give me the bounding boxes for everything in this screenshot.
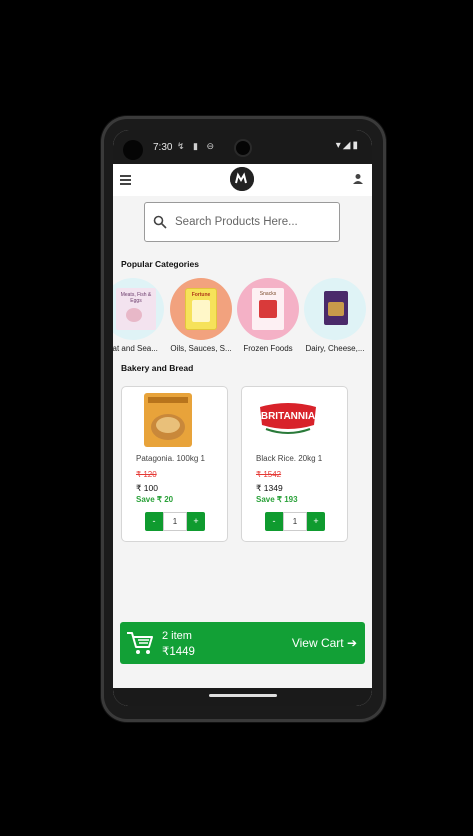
category-frozen-foods[interactable]: Snacks Frozen Foods [236,278,300,353]
popular-categories-title: Popular Categories [121,259,199,269]
search-placeholder: Search Products Here... [175,216,298,228]
product-card[interactable]: Patagonia. 100kg 1 ₹ 120 ₹ 100 Save ₹ 20… [121,386,228,542]
dairy-icon [304,278,366,340]
logo-mark-icon [230,167,254,191]
shopping-cart-icon [127,632,153,654]
product-name: Black Rice. 20kg 1 [256,454,323,463]
quantity-value[interactable]: 1 [283,512,307,531]
view-cart-bar[interactable]: 2 item ₹1449 View Cart ➔ [120,622,365,664]
decrease-button[interactable]: - [265,512,283,531]
system-nav-bar [113,688,372,706]
oil-icon: Fortune [170,278,232,340]
britannia-logo-icon: BRITANNIA [260,403,316,434]
status-time: 7:30 [153,142,173,153]
category-label: Dairy, Cheese,... [305,344,365,353]
decrease-button[interactable]: - [145,512,163,531]
meat-icon: Meats, Fish & Eggs [113,278,164,340]
product-price: ₹ 100 [136,483,158,493]
product-savings: Save ₹ 193 [256,495,298,504]
search-box[interactable]: Search Products Here... [144,202,340,242]
home-gesture-handle[interactable] [209,694,277,697]
product-mrp: ₹ 120 [136,470,157,479]
frozen-icon: Snacks [237,278,299,340]
product-name: Patagonia. 100kg 1 [136,454,205,463]
front-camera-left [123,140,143,160]
front-camera [236,141,250,155]
search-icon [153,215,167,229]
cart-item-count: 2 item [162,630,192,642]
product-mrp: ₹ 1542 [256,470,282,479]
phone-frame: 7:30 ↯ ▮ ⊖ ▾◢▮ Search Products Here... P… [101,116,386,722]
category-label: Oils, Sauces, S... [170,344,232,353]
app-screen: 7:30 ↯ ▮ ⊖ ▾◢▮ Search Products Here... P… [113,130,372,706]
bakery-bread-title: Bakery and Bread [121,363,194,373]
user-profile-icon[interactable] [352,173,364,185]
product-image: BRITANNIA [256,391,320,449]
signal-battery-icons: ▾◢▮ [335,140,360,151]
product-price: ₹ 1349 [256,483,283,493]
product-image [136,391,200,449]
categories-row: Meats, Fish & Eggs eat and Sea... Fortun… [113,278,372,358]
brand-logo [230,167,254,191]
category-oils-sauces[interactable]: Fortune Oils, Sauces, S... [169,278,233,353]
product-card[interactable]: BRITANNIA Black Rice. 20kg 1 ₹ 1542 ₹ 13… [241,386,348,542]
increase-button[interactable]: + [187,512,205,531]
notification-icons: ↯ ▮ ⊖ [177,141,218,151]
view-cart-button[interactable]: View Cart ➔ [292,636,357,650]
category-dairy-cheese[interactable]: Dairy, Cheese,... [303,278,367,353]
quantity-stepper: - 1 + [145,512,205,531]
status-bar: 7:30 ↯ ▮ ⊖ ▾◢▮ [113,130,372,164]
hamburger-menu-icon[interactable] [120,175,131,185]
category-meat-seafood[interactable]: Meats, Fish & Eggs eat and Sea... [113,278,165,353]
app-bar [113,164,372,196]
product-savings: Save ₹ 20 [136,495,174,504]
svg-text:BRITANNIA: BRITANNIA [261,411,315,422]
increase-button[interactable]: + [307,512,325,531]
quantity-value[interactable]: 1 [163,512,187,531]
category-label: Frozen Foods [243,344,293,353]
bread-pack-icon [144,393,192,447]
category-label: eat and Sea... [113,344,158,353]
cart-total: ₹1449 [162,646,195,658]
quantity-stepper: - 1 + [265,512,325,531]
